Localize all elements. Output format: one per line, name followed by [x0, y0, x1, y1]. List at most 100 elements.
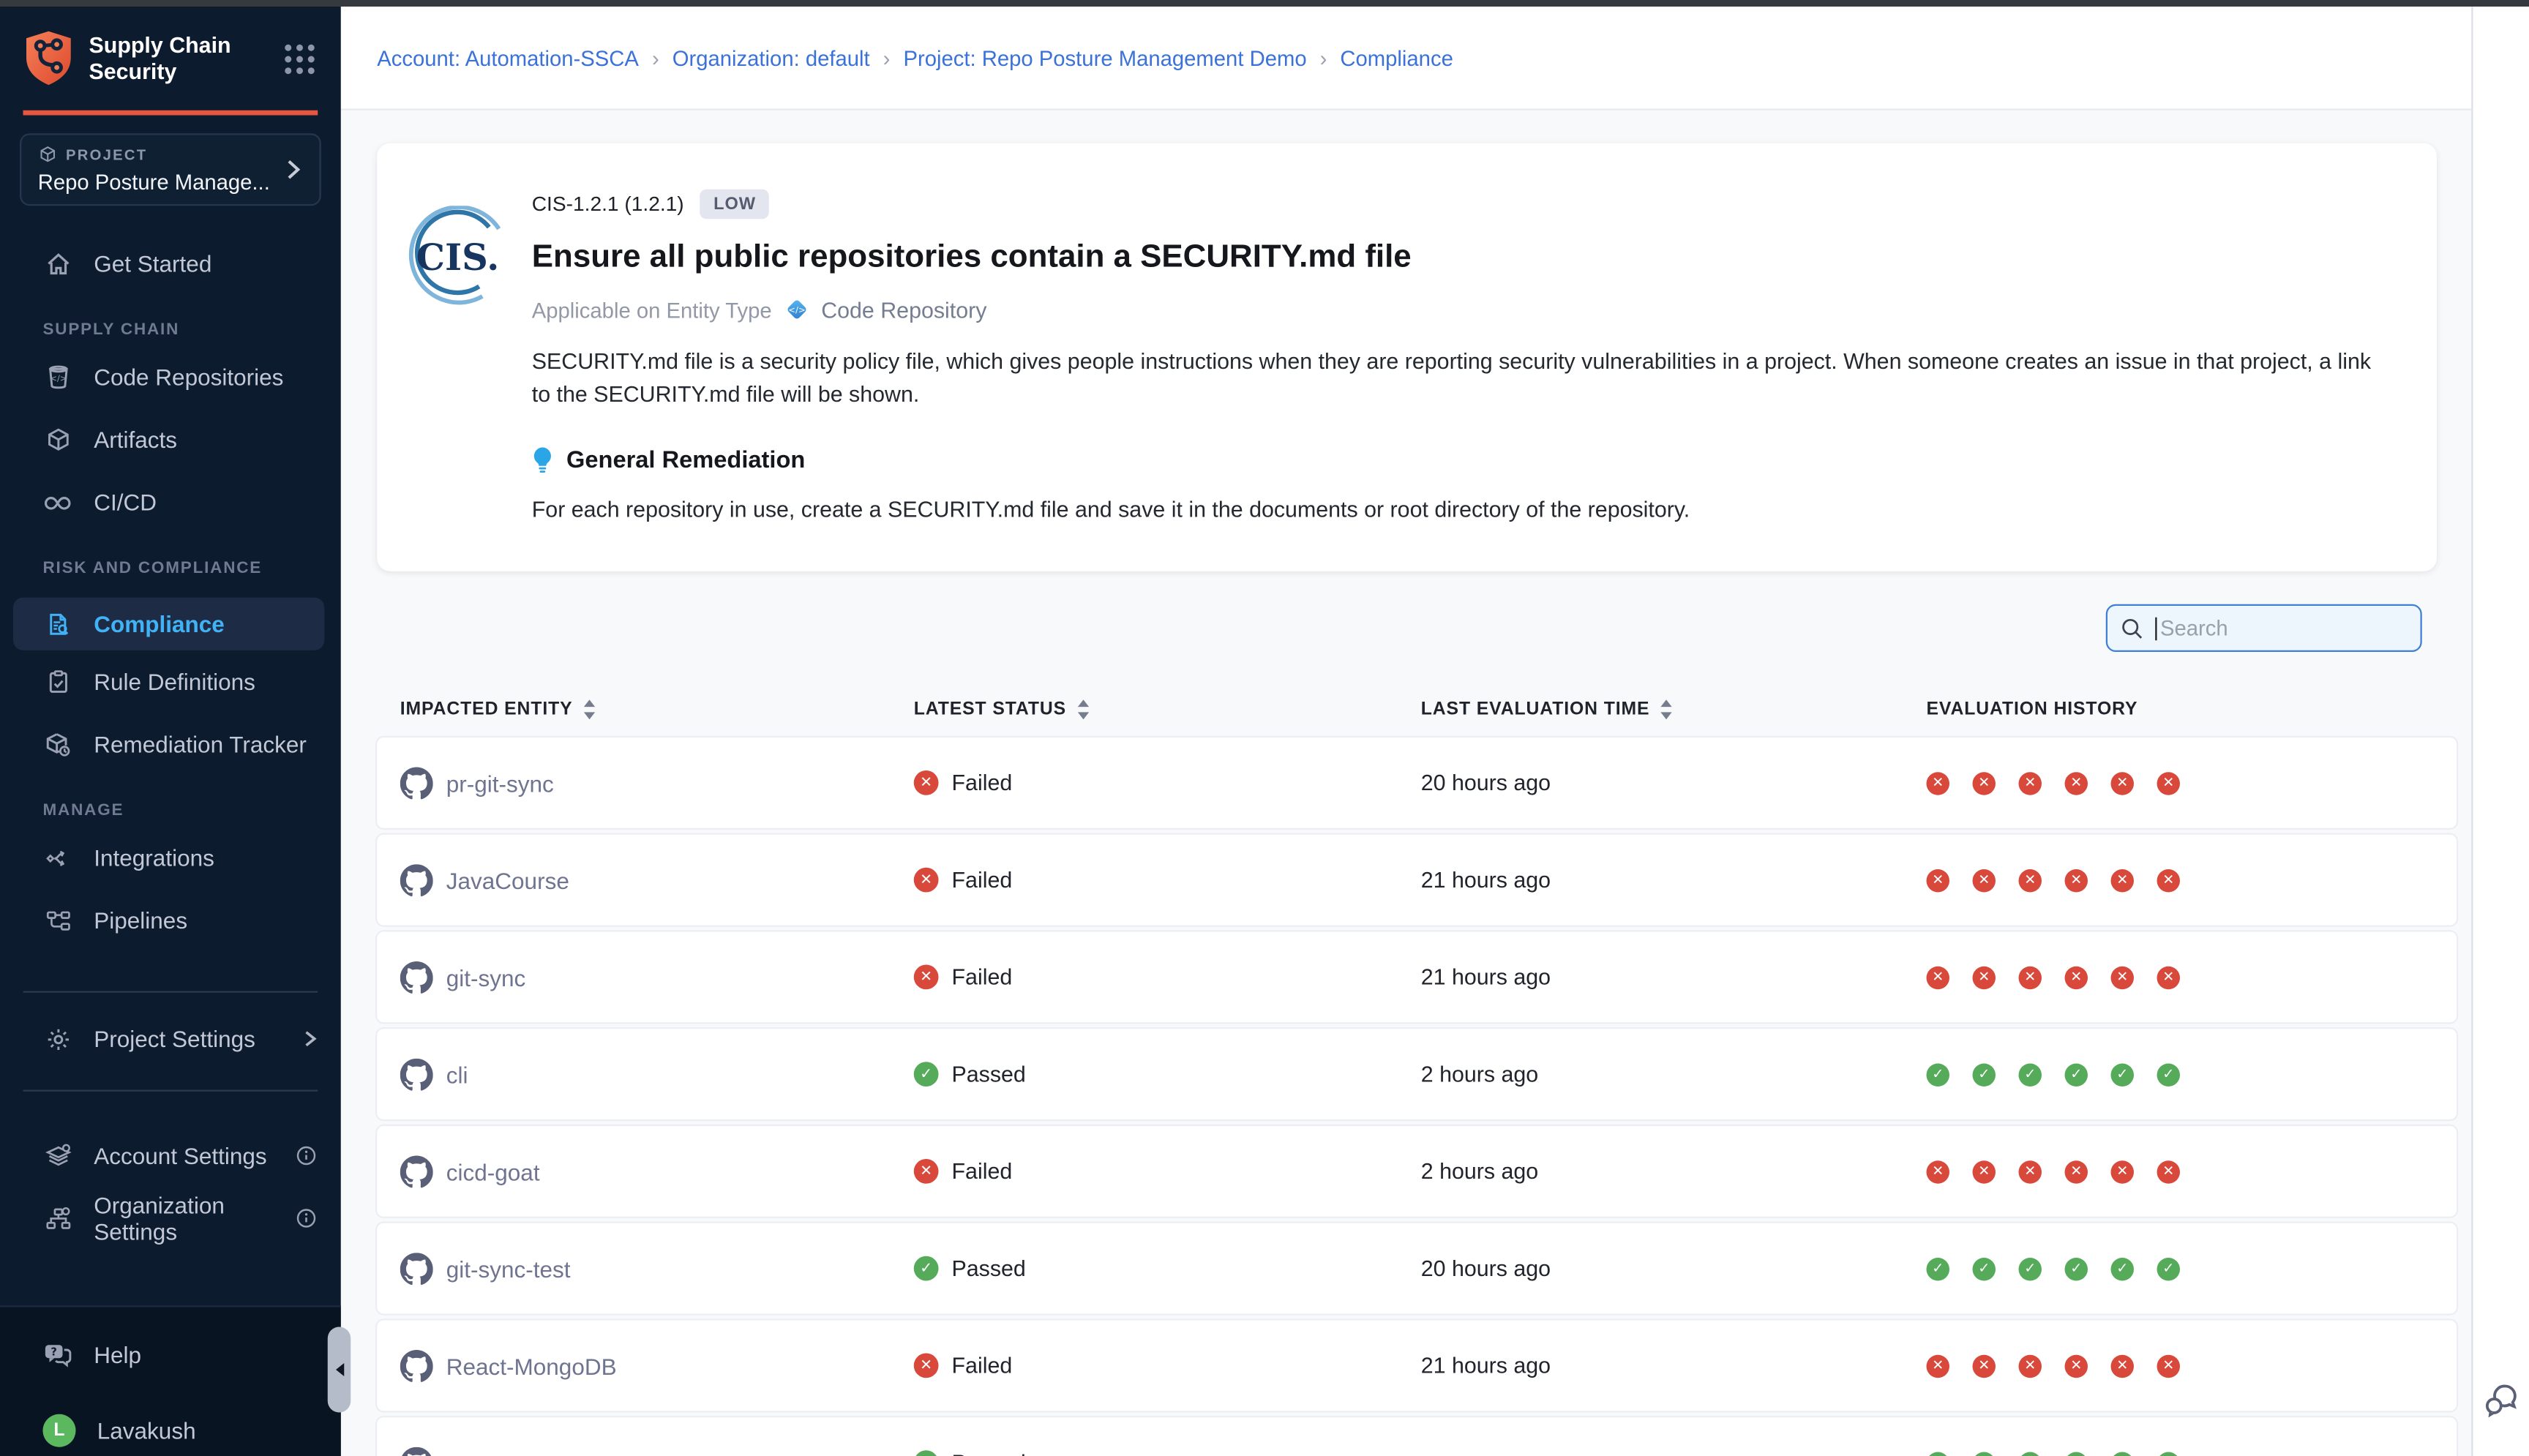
entity-name[interactable]: pr-git-sync: [446, 770, 554, 796]
status-failed-icon: [914, 1159, 939, 1184]
history-pass-icon: [2111, 1062, 2135, 1086]
home-icon: [43, 249, 73, 277]
sidebar-nav: Get Started SUPPLY CHAIN </> Code Reposi…: [0, 232, 341, 1250]
integrations-icon: [43, 844, 73, 871]
sidebar-item-remediation-tracker[interactable]: Remediation Tracker: [0, 713, 341, 776]
entity-name[interactable]: cli: [446, 1061, 468, 1087]
sidebar-item-get-started[interactable]: Get Started: [0, 232, 341, 295]
table-header: IMPACTED ENTITY LATEST STATUS LAST EVALU…: [377, 682, 2457, 738]
entity-name[interactable]: git-sync: [446, 964, 526, 990]
sidebar-item-organization-settings[interactable]: Organization Settings: [0, 1187, 341, 1250]
user-name: Lavakush: [97, 1417, 196, 1444]
artifacts-icon: [43, 426, 73, 454]
history-fail-icon: [1973, 868, 1996, 892]
entity-name[interactable]: React-MongoDB: [446, 1352, 617, 1378]
sidebar-item-cicd[interactable]: CI/CD: [0, 471, 341, 534]
github-icon: [400, 961, 433, 994]
status-passed-icon: [914, 1450, 939, 1456]
history-fail-icon: [2019, 868, 2042, 892]
table-row[interactable]: pr-git-syncFailed20 hours ago: [377, 738, 2457, 828]
table-row[interactable]: git-syncFailed21 hours ago: [377, 932, 2457, 1023]
svg-text:</>: </>: [788, 304, 805, 315]
sidebar-item-help[interactable]: ? Help: [0, 1324, 341, 1386]
github-icon: [400, 1349, 433, 1382]
layers-gear-icon: [43, 1141, 73, 1169]
shield-git-icon: [23, 30, 75, 88]
history-fail-icon: [1927, 1160, 1950, 1183]
history-pass-icon: [1927, 1451, 1950, 1456]
breadcrumb-item[interactable]: Project: Repo Posture Management Demo: [903, 45, 1306, 70]
sidebar-item-account-settings[interactable]: Account Settings: [0, 1125, 341, 1187]
history-fail-icon: [1927, 868, 1950, 892]
last-evaluation-time: 21 hours ago: [1421, 965, 1551, 990]
breadcrumb-item[interactable]: Compliance: [1340, 45, 1453, 70]
table-row[interactable]: cliPassed2 hours ago: [377, 1029, 2457, 1119]
search-input[interactable]: [2160, 616, 2375, 641]
history-fail-icon: [2019, 966, 2042, 989]
history-fail-icon: [2157, 771, 2181, 795]
column-header[interactable]: LATEST STATUS: [914, 699, 1421, 719]
breadcrumb-separator: ›: [883, 45, 891, 70]
sort-icon[interactable]: [1660, 699, 1673, 719]
sidebar-item-label: Get Started: [94, 250, 211, 277]
history-fail-icon: [2019, 1354, 2042, 1378]
status-label: Passed: [952, 1062, 1026, 1087]
sidebar-collapse-handle[interactable]: [328, 1327, 351, 1413]
sidebar-item-compliance[interactable]: Compliance: [13, 598, 324, 650]
history-fail-icon: [2157, 1354, 2181, 1378]
entity-name[interactable]: JavaCourse: [446, 867, 569, 893]
column-header: EVALUATION HISTORY: [1927, 699, 2457, 719]
history-fail-icon: [1973, 771, 1996, 795]
table-row[interactable]: git-sync-testPassed20 hours ago: [377, 1223, 2457, 1314]
history-fail-icon: [2065, 868, 2088, 892]
table-row[interactable]: cicd-goatFailed2 hours ago: [377, 1126, 2457, 1217]
sidebar-item-integrations[interactable]: Integrations: [0, 827, 341, 890]
sidebar-item-code-repositories[interactable]: </> Code Repositories: [0, 346, 341, 409]
project-selector[interactable]: PROJECT Repo Posture Manage...: [20, 133, 321, 206]
history-pass-icon: [2065, 1257, 2088, 1280]
sidebar-item-label: CI/CD: [94, 489, 157, 515]
applicable-label: Applicable on Entity Type: [532, 297, 772, 322]
sidebar-item-artifacts[interactable]: Artifacts: [0, 408, 341, 471]
column-header[interactable]: IMPACTED ENTITY: [400, 699, 914, 719]
chat-widget-icon[interactable]: [2483, 1383, 2521, 1417]
info-icon[interactable]: [295, 1144, 318, 1168]
rule-definitions-icon: [43, 667, 73, 695]
entity-name[interactable]: git-sync-test: [446, 1256, 571, 1282]
breadcrumb-item[interactable]: Organization: default: [672, 45, 870, 70]
history-pass-icon: [2065, 1451, 2088, 1456]
entity-name[interactable]: cicd-goat: [446, 1158, 540, 1185]
grid-apps-icon[interactable]: [285, 44, 315, 74]
column-header[interactable]: LAST EVALUATION TIME: [1421, 699, 1927, 719]
github-icon: [400, 766, 433, 799]
severity-badge: LOW: [700, 189, 769, 219]
user-menu[interactable]: L Lavakush: [0, 1400, 341, 1456]
sort-icon[interactable]: [582, 699, 596, 719]
table-row[interactable]: Passed: [377, 1417, 2457, 1456]
sidebar-item-label: Rule Definitions: [94, 669, 255, 695]
sidebar-item-project-settings[interactable]: Project Settings: [0, 1007, 341, 1070]
info-icon[interactable]: [295, 1207, 318, 1230]
table-row[interactable]: JavaCourseFailed21 hours ago: [377, 835, 2457, 926]
sidebar-item-pipelines[interactable]: Pipelines: [0, 889, 341, 952]
breadcrumb-item[interactable]: Account: Automation-SSCA: [377, 45, 639, 70]
history-pass-icon: [2019, 1451, 2042, 1456]
sort-icon[interactable]: [1076, 699, 1090, 719]
history-pass-icon: [2065, 1062, 2088, 1086]
search-box: [2106, 604, 2422, 652]
history-fail-icon: [1973, 1160, 1996, 1183]
history-fail-icon: [2019, 1160, 2042, 1183]
last-evaluation-time: 2 hours ago: [1421, 1159, 1538, 1184]
sidebar: Supply Chain Security PROJECT Repo Postu…: [0, 7, 341, 1456]
sidebar-item-label: Code Repositories: [94, 364, 283, 390]
remediation-title: General Remediation: [566, 447, 805, 473]
sidebar-item-label: Project Settings: [94, 1026, 255, 1052]
history-fail-icon: [2157, 1160, 2181, 1183]
right-gutter: [2471, 7, 2529, 1456]
sidebar-header: Supply Chain Security: [0, 7, 341, 104]
column-header-label: IMPACTED ENTITY: [400, 699, 573, 719]
table-row[interactable]: React-MongoDBFailed21 hours ago: [377, 1321, 2457, 1411]
rule-detail-card: CIS. CIS-1.2.1 (1.2.1) LOW Ensure all pu…: [377, 143, 2437, 571]
sidebar-item-rule-definitions[interactable]: Rule Definitions: [0, 650, 341, 713]
history-fail-icon: [1927, 771, 1950, 795]
